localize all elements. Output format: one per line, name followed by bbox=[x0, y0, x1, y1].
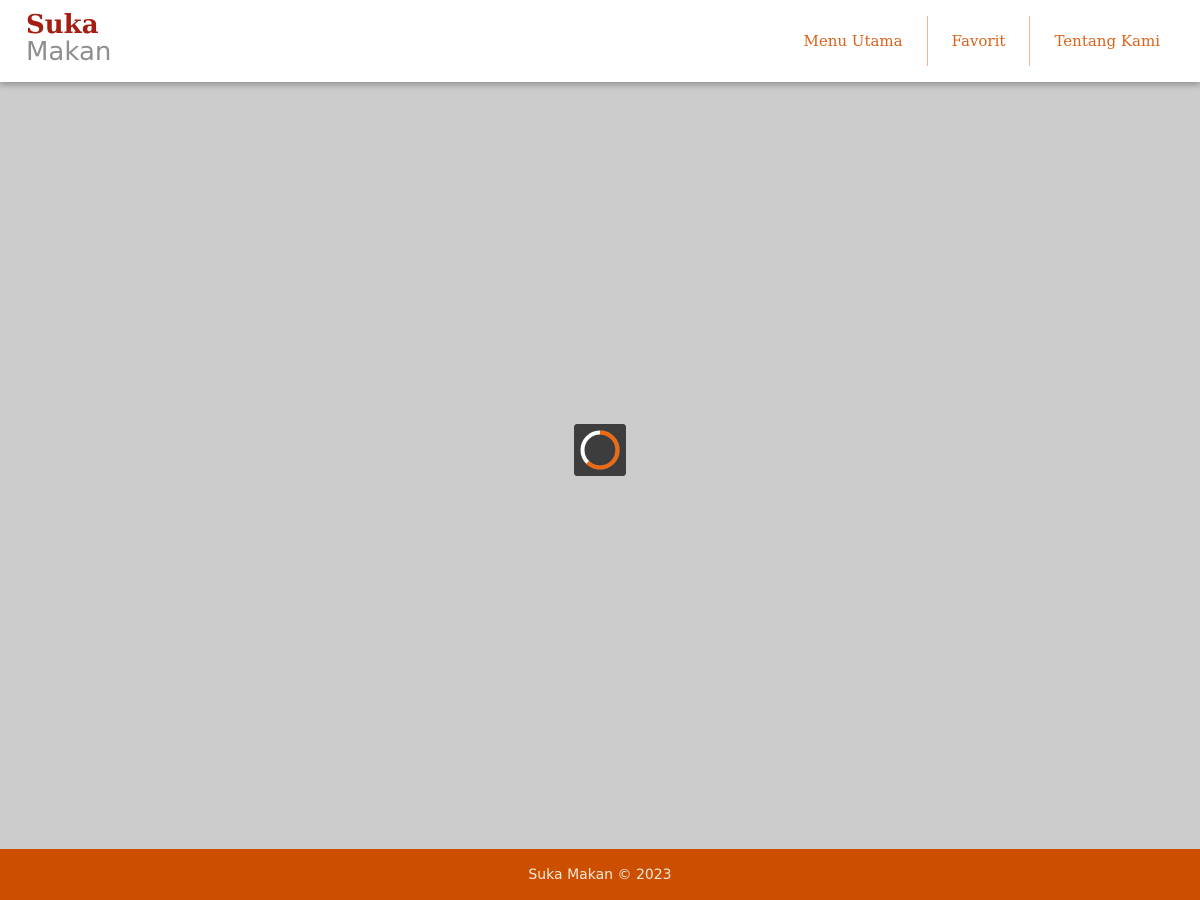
nav-item-tentang-kami[interactable]: Tentang Kami bbox=[1029, 16, 1184, 66]
logo-text-suka: Suka bbox=[26, 10, 99, 40]
main-content bbox=[0, 82, 1200, 849]
spinner-icon bbox=[580, 430, 620, 470]
footer-copyright: Suka Makan © 2023 bbox=[528, 866, 672, 883]
logo-text-makan: Makan bbox=[26, 37, 112, 67]
nav-item-favorit[interactable]: Favorit bbox=[926, 16, 1030, 66]
nav-item-menu-utama[interactable]: Menu Utama bbox=[779, 16, 926, 66]
app-footer: Suka Makan © 2023 bbox=[0, 849, 1200, 900]
logo-link[interactable]: Suka Makan bbox=[26, 12, 111, 66]
main-nav: Menu Utama Favorit Tentang Kami bbox=[779, 16, 1184, 66]
loading-indicator bbox=[574, 424, 626, 476]
app-header: Suka Makan Menu Utama Favorit Tentang Ka… bbox=[0, 0, 1200, 82]
